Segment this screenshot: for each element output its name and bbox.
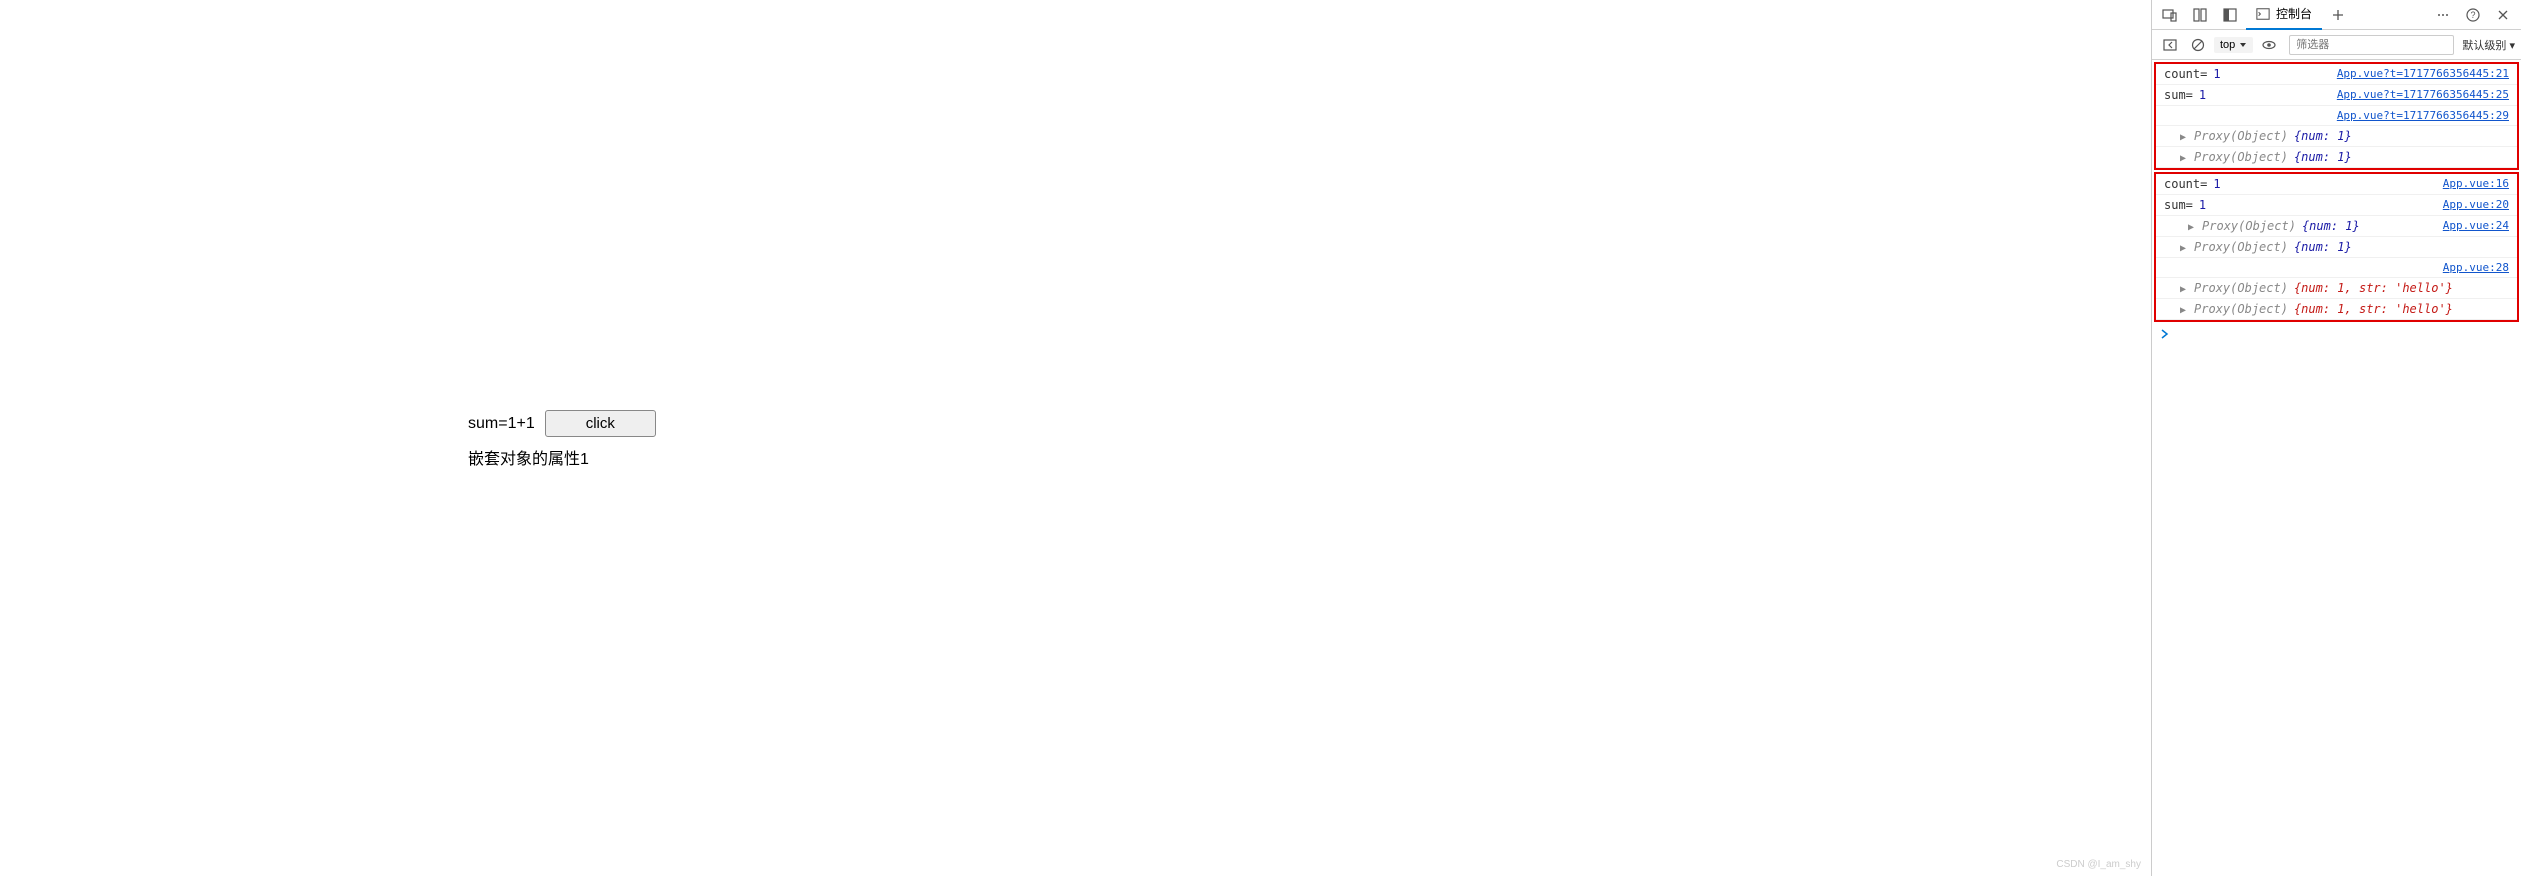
chevron-right-icon [2160, 329, 2170, 339]
log-level-selector[interactable]: 默认级别 ▾ [2462, 37, 2515, 53]
console-output: count= 1 App.vue?t=1717766356445:21 sum=… [2152, 60, 2521, 876]
clear-console-icon[interactable] [2186, 33, 2210, 57]
help-icon[interactable]: ? [2459, 1, 2487, 29]
more-icon[interactable] [2429, 1, 2457, 29]
log-object: ▶Proxy(Object) {num: 1, str: 'hello'} [2156, 278, 2517, 299]
log-object: ▶Proxy(Object) {num: 1} [2156, 147, 2517, 168]
tab-console[interactable]: 控制台 [2246, 0, 2322, 30]
devtools-panel: 控制台 ? top 默认级别 ▾ [2151, 0, 2521, 876]
expand-icon[interactable]: ▶ [2180, 132, 2186, 143]
log-row: App.vue?t=1717766356445:29 [2156, 106, 2517, 126]
devtools-tabs: 控制台 ? [2152, 0, 2521, 30]
sum-text: sum=1+1 [468, 415, 535, 433]
page-main: sum=1+1 click 嵌套对象的属性1 CSDN @I_am_shy [0, 0, 2151, 876]
expand-icon[interactable]: ▶ [2180, 284, 2186, 295]
tab-console-label: 控制台 [2276, 5, 2312, 22]
log-group-2: count= 1 App.vue:16 sum= 1 App.vue:20 ▶P… [2154, 172, 2519, 322]
console-prompt[interactable] [2152, 324, 2521, 346]
close-icon[interactable] [2489, 1, 2517, 29]
app-content: sum=1+1 click 嵌套对象的属性1 [468, 410, 656, 469]
expand-icon[interactable]: ▶ [2180, 243, 2186, 254]
filter-input[interactable] [2289, 35, 2454, 55]
console-toolbar: top 默认级别 ▾ [2152, 30, 2521, 60]
context-label: top [2220, 39, 2235, 51]
log-row: sum= 1 App.vue?t=1717766356445:25 [2156, 85, 2517, 106]
expand-icon[interactable]: ▶ [2180, 305, 2186, 316]
source-link[interactable]: App.vue:28 [2443, 261, 2509, 274]
log-group-1: count= 1 App.vue?t=1717766356445:21 sum=… [2154, 62, 2519, 170]
live-expression-icon[interactable] [2257, 33, 2281, 57]
elements-icon[interactable] [2186, 1, 2214, 29]
source-link[interactable]: App.vue?t=1717766356445:21 [2337, 67, 2509, 80]
log-row: count= 1 App.vue:16 [2156, 174, 2517, 195]
chevron-down-icon [2239, 41, 2247, 49]
dock-icon[interactable] [2216, 1, 2244, 29]
log-object: ▶Proxy(Object) {num: 1} [2156, 126, 2517, 147]
svg-text:?: ? [2470, 10, 2475, 20]
watermark: CSDN @I_am_shy [2056, 859, 2141, 870]
source-link[interactable]: App.vue?t=1717766356445:29 [2337, 109, 2509, 122]
log-object: ▶Proxy(Object) {num: 1, str: 'hello'} [2156, 299, 2517, 320]
add-tab-icon[interactable] [2324, 1, 2352, 29]
log-object: ▶Proxy(Object) {num: 1} [2156, 237, 2517, 258]
expand-icon[interactable]: ▶ [2188, 222, 2194, 233]
log-row: sum= 1 App.vue:20 [2156, 195, 2517, 216]
expand-icon[interactable]: ▶ [2180, 153, 2186, 164]
context-selector[interactable]: top [2214, 37, 2253, 53]
nested-text: 嵌套对象的属性1 [468, 445, 656, 469]
device-emulation-icon[interactable] [2156, 1, 2184, 29]
click-button[interactable]: click [545, 410, 656, 437]
sidebar-toggle-icon[interactable] [2158, 33, 2182, 57]
log-row: ▶Proxy(Object) {num: 1} App.vue:24 [2156, 216, 2517, 237]
log-row: App.vue:28 [2156, 258, 2517, 278]
source-link[interactable]: App.vue:24 [2443, 219, 2509, 232]
source-link[interactable]: App.vue?t=1717766356445:25 [2337, 88, 2509, 101]
source-link[interactable]: App.vue:20 [2443, 198, 2509, 211]
log-row: count= 1 App.vue?t=1717766356445:21 [2156, 64, 2517, 85]
source-link[interactable]: App.vue:16 [2443, 177, 2509, 190]
